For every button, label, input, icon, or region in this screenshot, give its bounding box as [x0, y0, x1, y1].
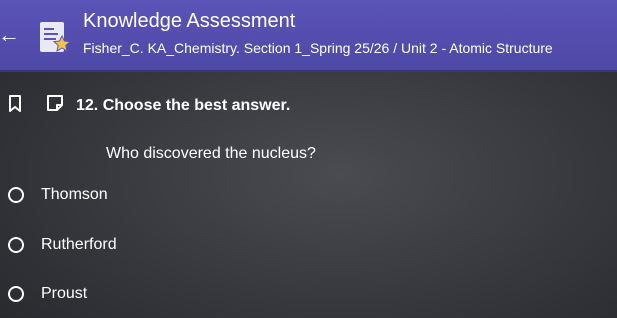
header-title: Knowledge Assessment [83, 10, 296, 32]
question-heading: 12. Choose the best answer. [76, 97, 291, 114]
option-label: Proust [41, 285, 88, 302]
question-text: Who discovered the nucleus? [106, 145, 316, 162]
assessment-logo-icon [40, 22, 71, 53]
radio-button[interactable] [8, 187, 24, 203]
flag-icon[interactable] [46, 94, 64, 112]
radio-button[interactable] [8, 286, 24, 302]
option-label: Rutherford [41, 236, 117, 253]
arrow-left-icon[interactable]: ← [0, 24, 20, 46]
option-label: Thomson [41, 186, 108, 203]
radio-button[interactable] [8, 237, 24, 253]
app-header: ← Knowledge Assessment Fisher_C. KA_Chem… [0, 0, 617, 72]
answer-option-thomson[interactable]: Thomson [4, 182, 108, 208]
bookmark-icon[interactable] [8, 95, 22, 113]
header-subtitle: Fisher_C. KA_Chemistry. Section 1_Spring… [83, 40, 553, 56]
answer-option-rutherford[interactable]: Rutherford [4, 232, 117, 258]
answer-option-proust[interactable]: Proust [4, 281, 87, 307]
